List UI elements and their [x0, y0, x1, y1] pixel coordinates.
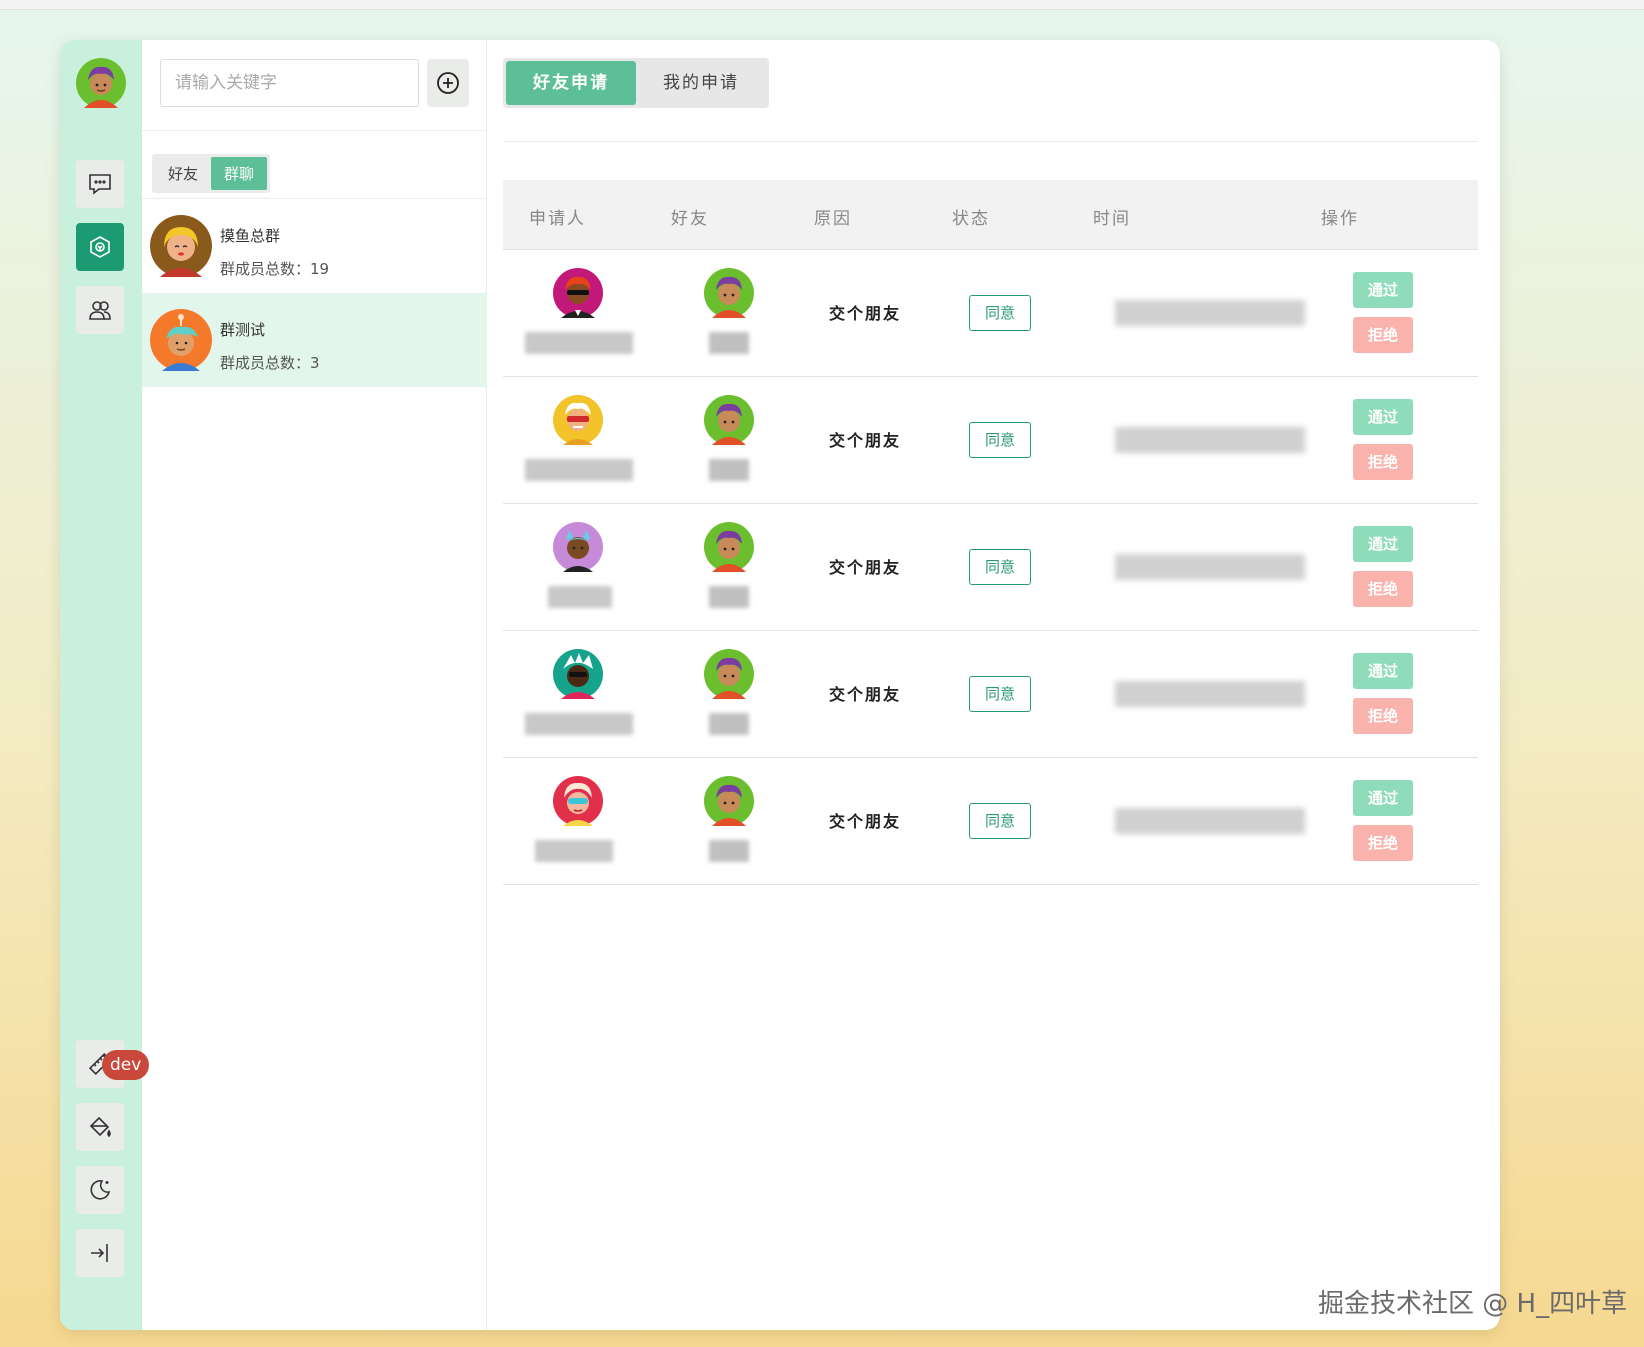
group-list-panel: 好友 群聊 摸鱼总群 群成员总数：19 — [142, 40, 487, 1330]
approve-button[interactable]: 通过 — [1353, 399, 1413, 435]
friend-name-redacted — [709, 713, 749, 735]
table-row: 交个朋友 同意 通过 拒绝 — [503, 631, 1478, 758]
request-time-redacted — [1115, 300, 1305, 326]
approve-button[interactable]: 通过 — [1353, 653, 1413, 689]
group-name: 群测试 — [220, 321, 266, 339]
table-header: 申请人 好友 原因 状态 时间 操作 — [503, 180, 1478, 250]
reject-button[interactable]: 拒绝 — [1353, 317, 1413, 353]
group-item-test[interactable]: 群测试 群成员总数：3 — [142, 293, 487, 387]
chat-icon — [89, 174, 111, 195]
friend-name-redacted — [709, 332, 749, 354]
request-time-redacted — [1115, 808, 1305, 834]
reject-button[interactable]: 拒绝 — [1353, 698, 1413, 734]
table-row: 交个朋友 同意 通过 拒绝 — [503, 504, 1478, 631]
request-reason: 交个朋友 — [829, 431, 902, 450]
group-member-count: 群成员总数：3 — [220, 354, 320, 372]
request-reason: 交个朋友 — [829, 812, 902, 831]
dark-mode-button[interactable] — [76, 1166, 124, 1214]
my-avatar[interactable] — [76, 58, 126, 108]
approve-button[interactable]: 通过 — [1353, 780, 1413, 816]
status-badge: 同意 — [969, 549, 1031, 585]
moon-icon — [90, 1180, 111, 1200]
requests-panel: 好友申请 我的申请 申请人 好友 原因 状态 时间 操作 交个朋友 同意 通过 … — [487, 40, 1500, 1330]
chat-nav-button[interactable] — [76, 160, 124, 208]
applicant-name-redacted — [525, 713, 633, 735]
column-header: 好友 — [671, 209, 709, 229]
friend-avatar — [704, 776, 754, 826]
column-header: 申请人 — [529, 209, 586, 229]
approve-button[interactable]: 通过 — [1353, 526, 1413, 562]
status-badge: 同意 — [969, 295, 1031, 331]
friend-avatar — [704, 268, 754, 318]
applicant-avatar — [553, 522, 603, 572]
applicant-name-redacted — [535, 840, 613, 862]
group-avatar — [150, 215, 212, 277]
reject-button[interactable]: 拒绝 — [1353, 825, 1413, 861]
watermark: 掘金技术社区 @ H_四叶草 — [1318, 1289, 1628, 1319]
applicant-name-redacted — [525, 459, 633, 481]
group-avatar — [150, 309, 212, 371]
paint-bucket-icon — [89, 1116, 111, 1138]
friend-name-redacted — [709, 459, 749, 481]
tab-friend-requests[interactable]: 好友申请 — [506, 61, 636, 105]
friend-name-redacted — [709, 586, 749, 608]
tab-my-requests[interactable]: 我的申请 — [636, 61, 766, 105]
browser-top-bar — [0, 0, 1644, 10]
request-reason: 交个朋友 — [829, 304, 902, 323]
friend-avatar — [704, 522, 754, 572]
column-header: 时间 — [1093, 209, 1131, 229]
friend-avatar — [704, 649, 754, 699]
request-reason: 交个朋友 — [829, 558, 902, 577]
plus-circle-icon — [437, 72, 459, 94]
friends-toggle[interactable]: 好友 — [155, 157, 211, 190]
approve-button[interactable]: 通过 — [1353, 272, 1413, 308]
request-time-redacted — [1115, 427, 1305, 453]
logout-icon — [91, 1244, 108, 1262]
group-item-moyu[interactable]: 摸鱼总群 群成员总数：19 — [142, 199, 487, 293]
applicant-name-redacted — [548, 586, 612, 608]
request-time-redacted — [1115, 681, 1305, 707]
status-badge: 同意 — [969, 676, 1031, 712]
group-member-count: 群成员总数：19 — [220, 260, 330, 278]
status-badge: 同意 — [969, 803, 1031, 839]
group-icon — [90, 236, 110, 258]
request-tabs: 好友申请 我的申请 — [503, 58, 769, 108]
applicant-name-redacted — [525, 332, 633, 354]
applicant-avatar — [553, 268, 603, 318]
add-button[interactable] — [427, 59, 469, 107]
theme-color-button[interactable] — [76, 1103, 124, 1151]
divider — [142, 130, 487, 131]
divider — [503, 141, 1478, 142]
applicant-avatar — [553, 395, 603, 445]
app-window: dev 请输入关键字 好友 群聊 摸鱼总群 群成员总数：19 群测试 群成员总数… — [60, 40, 1500, 1330]
groups-toggle[interactable]: 群聊 — [211, 157, 268, 190]
column-header: 操作 — [1321, 209, 1359, 229]
reject-button[interactable]: 拒绝 — [1353, 571, 1413, 607]
table-row: 交个朋友 同意 通过 拒绝 — [503, 758, 1478, 885]
table-row: 交个朋友 同意 通过 拒绝 — [503, 250, 1478, 377]
table-row: 交个朋友 同意 通过 拒绝 — [503, 377, 1478, 504]
contacts-nav-button[interactable] — [76, 286, 124, 334]
applicant-avatar — [553, 649, 603, 699]
reject-button[interactable]: 拒绝 — [1353, 444, 1413, 480]
group-nav-button[interactable] — [76, 223, 124, 271]
contacts-icon — [89, 301, 111, 320]
status-badge: 同意 — [969, 422, 1031, 458]
column-header: 状态 — [952, 209, 990, 229]
friend-name-redacted — [709, 840, 749, 862]
logout-button[interactable] — [76, 1229, 124, 1277]
request-time-redacted — [1115, 554, 1305, 580]
list-type-toggle: 好友 群聊 — [152, 154, 271, 193]
column-header: 原因 — [814, 209, 852, 229]
request-reason: 交个朋友 — [829, 685, 902, 704]
nav-rail: dev — [60, 40, 150, 1330]
friend-avatar — [704, 395, 754, 445]
search-input[interactable] — [160, 59, 419, 107]
applicant-avatar — [553, 776, 603, 826]
group-name: 摸鱼总群 — [220, 227, 281, 245]
